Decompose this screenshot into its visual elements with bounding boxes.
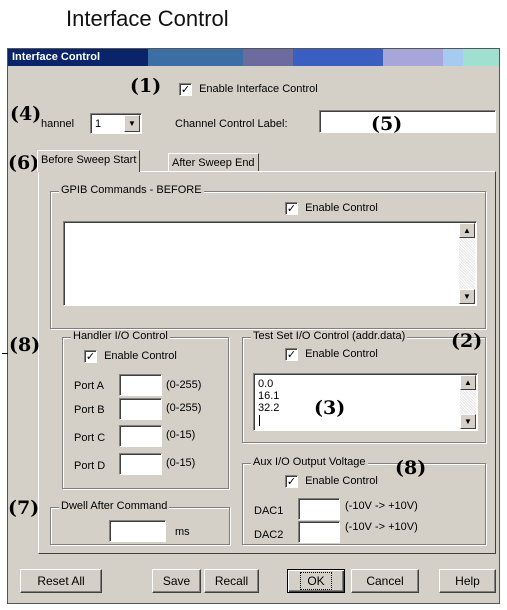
callout-3: (3) [314, 397, 346, 419]
port-d-label: Port D [74, 460, 106, 472]
scroll-down-icon[interactable]: ▼ [459, 289, 475, 304]
enable-interface-label: Enable Interface Control [199, 83, 318, 96]
channel-value: 1 [95, 118, 102, 130]
titlebar-segment [148, 49, 243, 66]
ok-button-label: OK [300, 572, 332, 590]
testset-enable-control[interactable]: ✓ Enable Control [285, 348, 378, 361]
aux-group-title: Aux I/O Output Voltage [251, 456, 368, 468]
aux-enable-control[interactable]: ✓ Enable Control [285, 475, 378, 488]
gpib-enable-label: Enable Control [305, 202, 378, 215]
port-d-range: (0-15) [166, 457, 196, 469]
testset-enable-checkbox[interactable]: ✓ [285, 348, 298, 361]
handler-enable-label: Enable Control [104, 350, 177, 363]
interface-control-window: Interface Control (1) ✓ Enable Interface… [2, 48, 500, 604]
testset-scrollbar[interactable]: ▲ ▼ [460, 375, 476, 429]
dac1-label: DAC1 [254, 505, 284, 517]
channel-control-input[interactable] [319, 110, 496, 133]
channel-select[interactable]: 1 ▼ [90, 113, 142, 134]
dac2-label: DAC2 [254, 529, 284, 541]
callout-2: (2) [451, 330, 483, 352]
cancel-button[interactable]: Cancel [351, 569, 419, 593]
dac1-input[interactable] [298, 498, 340, 520]
port-a-input[interactable] [119, 374, 162, 396]
channel-label: hannel [41, 118, 75, 130]
dac2-range: (-10V -> +10V) [345, 521, 418, 533]
callout-4: (4) [10, 103, 42, 125]
scroll-track[interactable] [460, 390, 476, 414]
scroll-up-icon[interactable]: ▲ [459, 223, 475, 238]
chevron-down-icon[interactable]: ▼ [124, 115, 140, 132]
tab-after-sweep-end[interactable]: After Sweep End [168, 153, 259, 172]
save-button[interactable]: Save [152, 569, 201, 593]
callout-8-leader [2, 353, 8, 354]
reset-all-button[interactable]: Reset All [20, 569, 102, 593]
gpib-enable-control[interactable]: ✓ Enable Control [285, 202, 378, 215]
handler-group-title: Handler I/O Control [71, 330, 170, 342]
callout-7: (7) [8, 497, 40, 519]
gpib-enable-checkbox[interactable]: ✓ [285, 202, 298, 215]
titlebar-segment [293, 49, 383, 66]
dac1-range: (-10V -> +10V) [345, 500, 418, 512]
port-a-label: Port A [74, 380, 104, 392]
port-b-input[interactable] [119, 398, 162, 420]
figure-title: Interface Control [66, 6, 229, 31]
callout-8-handler: (8) [9, 334, 41, 356]
callout-6: (6) [8, 152, 40, 174]
dwell-unit: ms [175, 526, 190, 538]
text-caret [259, 415, 260, 426]
titlebar-segment [463, 49, 499, 66]
scroll-down-icon[interactable]: ▼ [460, 414, 476, 429]
port-a-range: (0-255) [166, 379, 202, 391]
testset-textarea[interactable]: 0.0 16.1 32.2 ▲ ▼ [253, 373, 478, 431]
enable-interface-control[interactable]: ✓ Enable Interface Control [179, 83, 318, 96]
ok-button[interactable]: OK [287, 569, 345, 593]
window-title: Interface Control [12, 51, 101, 63]
gpib-commands-textarea[interactable]: ▲ ▼ [63, 221, 477, 306]
port-c-range: (0-15) [166, 429, 196, 441]
gpib-scrollbar[interactable]: ▲ ▼ [459, 223, 475, 304]
callout-8-aux: (8) [395, 457, 427, 479]
window-titlebar: Interface Control [8, 49, 499, 66]
aux-enable-checkbox[interactable]: ✓ [285, 475, 298, 488]
dac2-input[interactable] [298, 521, 340, 543]
titlebar-segment [443, 49, 463, 66]
aux-enable-label: Enable Control [305, 475, 378, 488]
port-c-input[interactable] [119, 425, 162, 447]
help-button[interactable]: Help [439, 569, 496, 593]
recall-button[interactable]: Recall [204, 569, 259, 593]
testset-line-3: 32.2 [258, 402, 280, 414]
titlebar-segment [383, 49, 443, 66]
callout-1: (1) [130, 75, 162, 97]
testset-line-1: 0.0 [258, 378, 274, 390]
tab-before-sweep-start[interactable]: Before Sweep Start [37, 150, 141, 172]
handler-enable-control[interactable]: ✓ Enable Control [84, 350, 177, 363]
port-b-label: Port B [74, 404, 105, 416]
enable-interface-checkbox[interactable]: ✓ [179, 83, 192, 96]
dwell-group-title: Dwell After Command [59, 500, 170, 512]
channel-control-label: Channel Control Label: [175, 118, 288, 130]
dwell-input[interactable] [109, 520, 166, 542]
titlebar-segment [243, 49, 293, 66]
handler-enable-checkbox[interactable]: ✓ [84, 350, 97, 363]
testset-group-title: Test Set I/O Control (addr.data) [251, 330, 408, 342]
scroll-track[interactable] [459, 238, 475, 289]
scroll-up-icon[interactable]: ▲ [460, 375, 476, 390]
port-c-label: Port C [74, 432, 106, 444]
port-d-input[interactable] [119, 453, 162, 475]
testset-enable-label: Enable Control [305, 348, 378, 361]
callout-5: (5) [371, 113, 403, 135]
port-b-range: (0-255) [166, 402, 202, 414]
testset-line-2: 16.1 [258, 390, 280, 402]
gpib-group-title: GPIB Commands - BEFORE [59, 184, 204, 196]
